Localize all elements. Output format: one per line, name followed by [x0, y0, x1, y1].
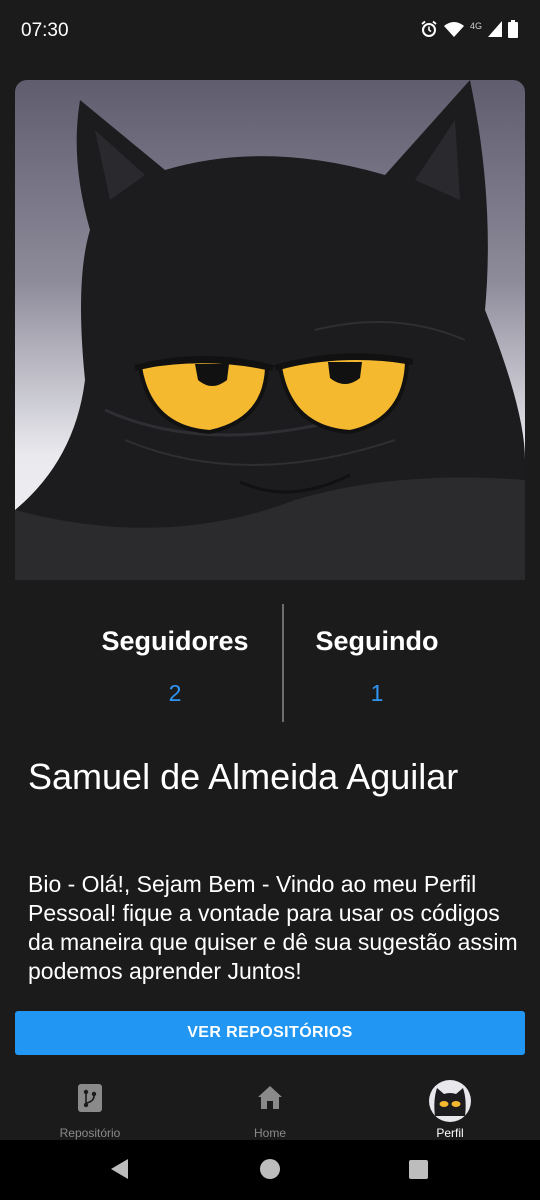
nav-item-home[interactable]: Home: [180, 1072, 360, 1140]
network-type-label: 4G: [469, 21, 482, 31]
view-repositories-button[interactable]: VER REPOSITÓRIOS: [15, 1011, 525, 1055]
profile-name: Samuel de Almeida Aguilar: [28, 756, 459, 797]
status-time: 07:30: [21, 20, 69, 41]
followers-count[interactable]: 2: [60, 680, 290, 707]
profile-stats: Seguidores 2 Seguindo 1: [0, 604, 540, 724]
home-icon: [257, 1084, 283, 1115]
followers-label: Seguidores: [101, 626, 249, 656]
nav-label-perfil: Perfil: [436, 1126, 464, 1140]
battery-icon: [508, 19, 518, 43]
profile-bio: Bio - Olá!, Sejam Bem - Vindo ao meu Per…: [28, 871, 518, 984]
profile-avatar-image: [15, 80, 525, 580]
git-repo-icon: [78, 1084, 102, 1117]
nav-item-perfil[interactable]: Perfil: [360, 1072, 540, 1140]
system-navigation-bar: [0, 1140, 540, 1200]
bottom-navigation: Repositório Home Perfil: [0, 1072, 540, 1140]
nav-item-repositorio[interactable]: Repositório: [0, 1072, 180, 1140]
nav-label-home: Home: [253, 1126, 286, 1140]
status-icons: 4G: [420, 19, 518, 43]
alarm-icon: [420, 20, 438, 43]
profile-avatar-icon: [429, 1080, 471, 1127]
back-icon[interactable]: [110, 1158, 130, 1185]
signal-icon: [488, 20, 502, 42]
wifi-icon: [443, 21, 464, 42]
following-label: Seguindo: [315, 626, 439, 656]
following-count[interactable]: 1: [292, 680, 462, 707]
home-circle-icon[interactable]: [259, 1158, 281, 1185]
recents-icon[interactable]: [409, 1160, 428, 1184]
stats-divider: [282, 604, 284, 722]
status-bar: 07:30 4G: [0, 0, 540, 62]
nav-label-repositorio: Repositório: [59, 1126, 121, 1140]
